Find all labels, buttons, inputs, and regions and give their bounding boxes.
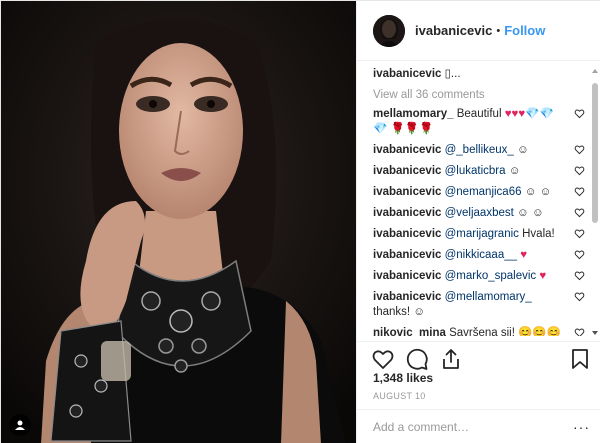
separator-dot: • bbox=[496, 24, 501, 37]
follow-button[interactable]: Follow bbox=[504, 23, 545, 38]
post-date: AUGUST 10 bbox=[373, 391, 426, 401]
comment-username[interactable]: ivabanicevic bbox=[373, 165, 441, 177]
caption-username[interactable]: ivabanicevic bbox=[373, 68, 441, 80]
portrait-image bbox=[1, 1, 356, 443]
avatar[interactable] bbox=[373, 14, 405, 47]
comment-text: 🌹🌹🌹 bbox=[387, 123, 434, 135]
comment-icon[interactable] bbox=[405, 347, 429, 371]
comment-mention[interactable]: @mellamomary_ bbox=[441, 291, 532, 303]
add-comment-bar: ··· bbox=[357, 409, 600, 443]
comment-text: Hvala! bbox=[518, 228, 555, 240]
comment-row: ivabanicevic @nemanjica66 ☺ ☺ bbox=[373, 185, 587, 200]
action-bar bbox=[357, 341, 600, 371]
small-heart-icon[interactable] bbox=[574, 291, 585, 302]
comment-text: Beautiful bbox=[453, 108, 505, 120]
comment-username[interactable]: ivabanicevic bbox=[373, 186, 441, 198]
post-photo[interactable] bbox=[1, 1, 356, 443]
heart-icon[interactable] bbox=[371, 347, 395, 371]
small-heart-icon[interactable] bbox=[574, 108, 585, 119]
comment-row: ivabanicevic @_bellikeux_ ☺ bbox=[373, 143, 587, 158]
small-heart-icon[interactable] bbox=[574, 207, 585, 218]
small-heart-icon[interactable] bbox=[574, 249, 585, 260]
comment-row: ivabanicevic @veljaaxbest ☺ ☺ bbox=[373, 206, 587, 221]
comment-row: mellamomary_ Beautiful ♥♥♥💎💎💎 🌹🌹🌹 bbox=[373, 107, 587, 137]
small-heart-icon[interactable] bbox=[574, 270, 585, 281]
small-heart-icon[interactable] bbox=[574, 144, 585, 155]
scroll-down-arrow-icon[interactable] bbox=[591, 329, 599, 337]
post-side-panel: ivabanicevic • Follow ivabanicevic ▯... … bbox=[356, 1, 600, 443]
avatar-image bbox=[373, 14, 405, 47]
comment-username[interactable]: ivabanicevic bbox=[373, 270, 441, 282]
scroll-thumb[interactable] bbox=[592, 83, 598, 223]
comment-mention[interactable]: @marijagranic bbox=[441, 228, 519, 240]
comments-list: ivabanicevic ▯... View all 36 comments m… bbox=[357, 61, 587, 336]
comment-username[interactable]: nikovic_mina bbox=[373, 327, 446, 336]
likes-count[interactable]: 1,348 likes bbox=[373, 371, 433, 385]
comment-text: thanks! ☺ bbox=[373, 306, 426, 318]
comment-text: ☺ bbox=[505, 165, 521, 177]
add-comment-input[interactable] bbox=[373, 420, 573, 434]
comment-row: ivabanicevic @nikkicaaa__ ♥ bbox=[373, 248, 587, 263]
comment-text: ☺ bbox=[513, 144, 529, 156]
comment-heart-emoji: ♥ bbox=[536, 270, 547, 282]
caption: ivabanicevic ▯... bbox=[373, 67, 587, 82]
comment-mention[interactable]: @marko_spalevic bbox=[441, 270, 537, 282]
view-all-comments-link[interactable]: View all 36 comments bbox=[373, 88, 587, 103]
comment-username[interactable]: ivabanicevic bbox=[373, 291, 441, 303]
comment-heart-emoji: ♥ bbox=[517, 249, 528, 261]
comment-text: ☺ ☺ bbox=[513, 207, 544, 219]
bookmark-icon[interactable] bbox=[568, 347, 592, 371]
share-icon[interactable] bbox=[439, 347, 463, 371]
comment-rows: mellamomary_ Beautiful ♥♥♥💎💎💎 🌹🌹🌹 ivabani… bbox=[373, 107, 587, 336]
comment-username[interactable]: ivabanicevic bbox=[373, 144, 441, 156]
small-heart-icon[interactable] bbox=[574, 327, 585, 336]
caption-text: ▯... bbox=[441, 68, 461, 80]
user-tag-icon bbox=[15, 420, 25, 430]
comment-text: ☺ ☺ bbox=[521, 186, 552, 198]
comment-username[interactable]: mellamomary_ bbox=[373, 108, 454, 120]
post-header: ivabanicevic • Follow bbox=[357, 1, 600, 61]
comment-row: nikovic_mina Savršena sii! 😊😊😊😊 😻 bbox=[373, 326, 587, 336]
comments-scrollbar[interactable] bbox=[591, 67, 599, 337]
comment-mention[interactable]: @_bellikeux_ bbox=[441, 144, 514, 156]
comment-row: ivabanicevic @marko_spalevic ♥ bbox=[373, 269, 587, 284]
scroll-up-arrow-icon[interactable] bbox=[591, 67, 599, 75]
comment-heart-emoji: ♥♥♥ bbox=[504, 108, 526, 120]
user-tag-button[interactable] bbox=[9, 414, 31, 436]
comment-row: ivabanicevic @lukaticbra ☺ bbox=[373, 164, 587, 179]
comment-username[interactable]: ivabanicevic bbox=[373, 207, 441, 219]
more-options-icon[interactable]: ··· bbox=[573, 419, 590, 435]
small-heart-icon[interactable] bbox=[574, 228, 585, 239]
comment-username[interactable]: ivabanicevic bbox=[373, 228, 441, 240]
small-heart-icon[interactable] bbox=[574, 165, 585, 176]
comment-row: ivabanicevic @mellamomary_ thanks! ☺ bbox=[373, 290, 587, 320]
instagram-post: ivabanicevic • Follow ivabanicevic ▯... … bbox=[0, 0, 600, 443]
comment-mention[interactable]: @lukaticbra bbox=[441, 165, 506, 177]
comment-row: ivabanicevic @marijagranic Hvala! bbox=[373, 227, 587, 242]
comment-username[interactable]: ivabanicevic bbox=[373, 249, 441, 261]
small-heart-icon[interactable] bbox=[574, 186, 585, 197]
comment-mention[interactable]: @veljaaxbest bbox=[441, 207, 514, 219]
comment-mention[interactable]: @nemanjica66 bbox=[441, 186, 522, 198]
comment-mention[interactable]: @nikkicaaa__ bbox=[441, 249, 517, 261]
header-username[interactable]: ivabanicevic bbox=[415, 23, 492, 38]
